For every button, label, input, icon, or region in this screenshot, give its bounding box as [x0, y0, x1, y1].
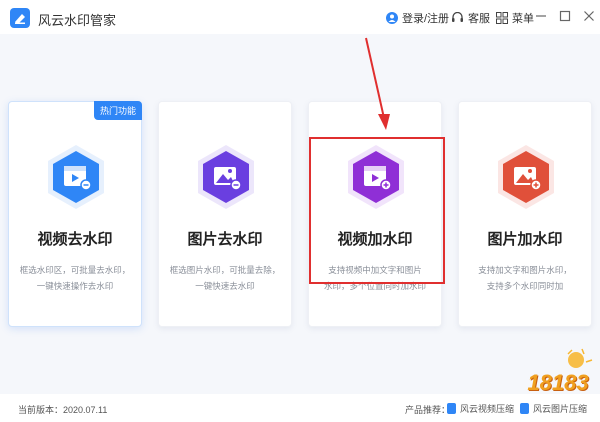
desc-line: 支持多个水印同时加 [486, 281, 564, 291]
desc-line: 支持加文字和图片水印， [478, 265, 572, 275]
menu-button[interactable]: 菜单 [496, 10, 534, 26]
footer-bar: 当前版本：2020.07.11 产品推荐： 风云视频压缩 风云图片压缩 [0, 394, 600, 422]
image-remove-icon [196, 144, 256, 210]
maximize-icon[interactable] [558, 9, 572, 23]
video-remove-icon [46, 144, 106, 210]
customer-service-button[interactable]: 客服 [451, 10, 490, 26]
title-bar: 风云水印管家 登录/注册 客服 菜单 [0, 0, 600, 34]
highlight-box [309, 137, 445, 284]
user-icon [386, 12, 398, 24]
watermark-text: 18183 [527, 370, 589, 395]
card-video-remove-watermark[interactable]: 热门功能 视频去水印 框选水印区，可批量去水印， 一键快速操作去水印 [8, 101, 142, 327]
image-add-icon [496, 144, 556, 210]
rec-video-compress-link[interactable]: 风云视频压缩 [447, 402, 514, 415]
minimize-icon[interactable] [534, 9, 548, 23]
close-icon[interactable] [582, 9, 596, 23]
app-logo-icon [10, 8, 30, 28]
card-title: 图片去水印 [187, 231, 263, 248]
version-text: 当前版本：2020.07.11 [18, 405, 108, 415]
login-register-button[interactable]: 登录/注册 [386, 10, 449, 26]
desc-line: 一键快速去水印 [195, 281, 255, 291]
headset-icon [452, 12, 463, 22]
card-title: 视频去水印 [37, 231, 113, 248]
grid-menu-icon [496, 12, 508, 24]
login-label: 登录/注册 [402, 13, 450, 25]
card-description: 支持加文字和图片水印， 支持多个水印同时加 [465, 262, 585, 294]
desc-line: 框选图片水印，可批量去除， [169, 265, 281, 275]
card-description: 框选水印区，可批量去水印， 一键快速操作去水印 [15, 262, 135, 294]
site-watermark-logo: 18183 [520, 348, 596, 408]
desc-line: 框选水印区，可批量去水印， [19, 265, 131, 275]
hot-feature-badge: 热门功能 [93, 101, 142, 120]
card-title: 图片加水印 [487, 231, 563, 248]
menu-label: 菜单 [512, 13, 534, 25]
desc-line: 一键快速操作去水印 [36, 281, 114, 291]
card-image-add-watermark[interactable]: 图片加水印 支持加文字和图片水印， 支持多个水印同时加 [458, 101, 592, 327]
card-image-remove-watermark[interactable]: 图片去水印 框选图片水印，可批量去除， 一键快速去水印 [158, 101, 292, 327]
recommend-label: 产品推荐： [405, 405, 451, 415]
app-icon [447, 403, 456, 414]
annotation-arrow-icon [365, 37, 390, 130]
service-label: 客服 [468, 13, 490, 25]
rec-label: 风云视频压缩 [460, 404, 515, 414]
card-description: 框选图片水印，可批量去除， 一键快速去水印 [165, 262, 285, 294]
app-title: 风云水印管家 [38, 13, 117, 28]
